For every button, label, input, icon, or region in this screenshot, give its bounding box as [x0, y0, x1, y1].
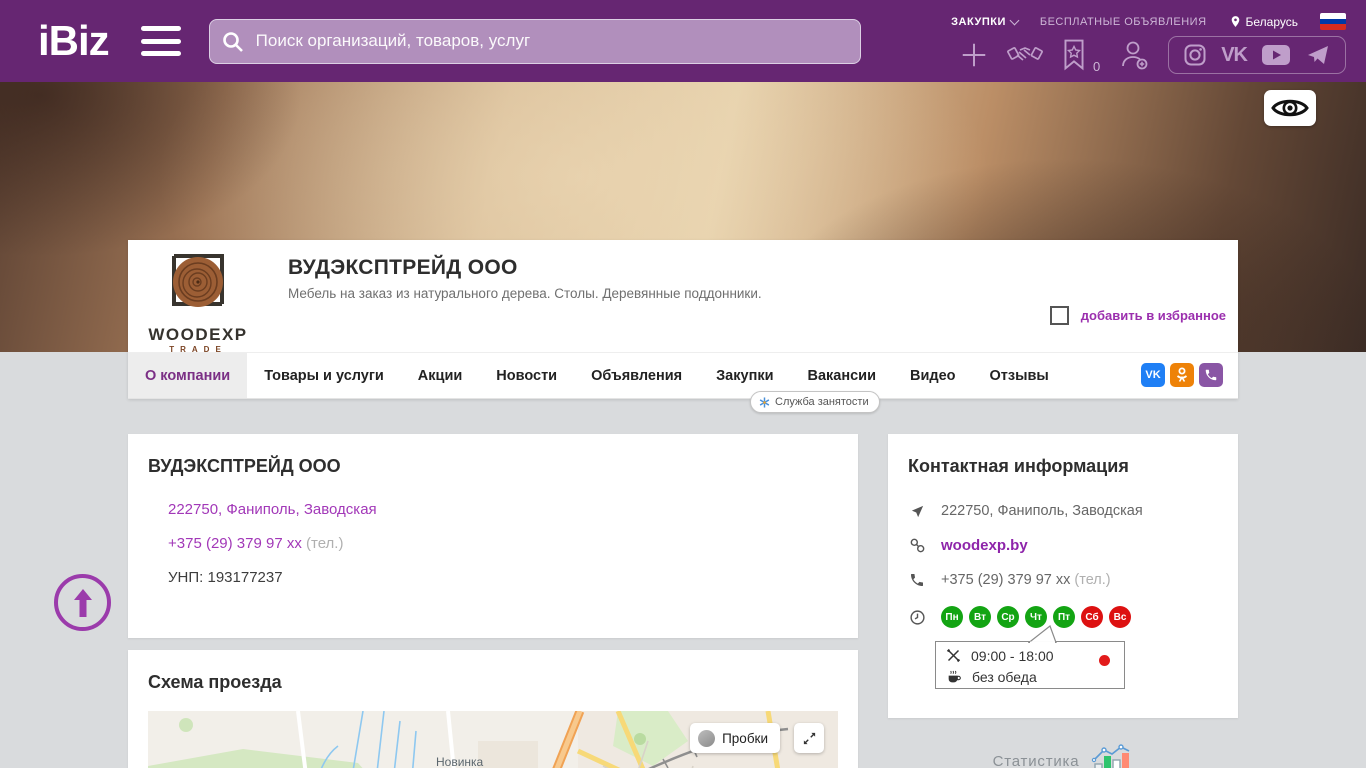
scroll-top-arrow-icon	[73, 588, 92, 617]
link-icon	[908, 537, 926, 554]
about-company-card: ВУДЭКСПТРЕЙД ООО 222750, Фаниполь, Завод…	[128, 434, 858, 638]
traffic-light-icon	[698, 729, 716, 747]
search-input[interactable]	[208, 18, 861, 64]
traffic-button[interactable]: Пробки	[690, 723, 780, 753]
tools-icon	[946, 648, 961, 663]
favorites-count: 0	[1092, 59, 1101, 74]
accessibility-eye-icon	[1271, 99, 1309, 117]
search-bar	[208, 18, 861, 64]
working-hours-tooltip: 09:00 - 18:00 без обеда	[935, 625, 1125, 689]
company-description: Мебель на заказ из натурального дерева. …	[288, 286, 762, 301]
contact-phone: +375 (29) 379 97 xx	[941, 572, 1071, 588]
checkbox-icon[interactable]	[1049, 306, 1069, 325]
phone-icon	[908, 572, 926, 588]
contact-phone-note: (тел.)	[1074, 572, 1111, 588]
directions-title: Схема проезда	[148, 672, 282, 692]
user-add-icon[interactable]	[1118, 39, 1150, 71]
map-expand-button[interactable]	[794, 723, 824, 753]
company-header-card: WOODEXP TRADE ВУДЭКСПТРЕЙД ООО Мебель на…	[128, 240, 1238, 413]
about-phone-link[interactable]: +375 (29) 379 97 xx	[168, 535, 302, 552]
lunch-value: без обеда	[972, 668, 1037, 685]
header-social-links: VK	[1168, 36, 1346, 74]
day-pill[interactable]: Вс	[1109, 606, 1131, 628]
zakupki-menu[interactable]: ЗАКУПКИ	[951, 15, 1020, 28]
hero-banner: WOODEXP TRADE ВУДЭКСПТРЕЙД ООО Мебель на…	[0, 82, 1366, 413]
map[interactable]: Новинка Пробки	[148, 711, 838, 768]
tooltip-pointer	[1028, 625, 1057, 643]
expand-icon	[803, 732, 815, 744]
contact-title: Контактная информация	[908, 456, 1129, 476]
company-tabbar: О компании Товары и услуги Акции Новости…	[128, 352, 1238, 399]
clock-icon	[908, 609, 926, 626]
contact-address: 222750, Фаниполь, Заводская	[941, 503, 1143, 519]
tab-video[interactable]: Видео	[893, 353, 973, 398]
country-selector[interactable]: Беларусь	[1229, 14, 1298, 29]
day-pill[interactable]: Сб	[1081, 606, 1103, 628]
header-right: ЗАКУПКИ БЕСПЛАТНЫЕ ОБЪЯВЛЕНИЯ Беларусь 0…	[908, 0, 1348, 82]
company-unp: УНП: 193177237	[168, 569, 283, 586]
top-header: iBiz ЗАКУПКИ БЕСПЛАТНЫЕ ОБЪЯВЛЕНИЯ Белар…	[0, 0, 1366, 82]
youtube-icon[interactable]	[1261, 44, 1291, 66]
coffee-cup-icon	[948, 670, 961, 682]
company-logo-text: WOODEXP	[148, 325, 248, 344]
stats-chart-icon	[1092, 744, 1130, 768]
day-pill[interactable]: Ср	[997, 606, 1019, 628]
day-pill[interactable]: Пн	[941, 606, 963, 628]
ibiz-logo[interactable]: iBiz	[38, 20, 110, 62]
tab-products[interactable]: Товары и услуги	[247, 353, 401, 398]
day-pill[interactable]: Вт	[969, 606, 991, 628]
russia-flag-icon[interactable]	[1320, 13, 1346, 30]
add-to-favorites[interactable]: добавить в избранное	[1049, 306, 1226, 325]
employment-service-icon	[759, 396, 770, 408]
main-content: ВУДЭКСПТРЕЙД ООО 222750, Фаниполь, Завод…	[128, 434, 1238, 768]
location-pin-icon	[1231, 16, 1239, 27]
tab-news[interactable]: Новости	[479, 353, 574, 398]
chevron-down-icon	[1009, 15, 1020, 25]
instagram-icon[interactable]	[1183, 43, 1207, 67]
navigation-arrow-icon	[908, 504, 926, 519]
map-place-label: Новинка	[436, 755, 484, 768]
about-title: ВУДЭКСПТРЕЙД ООО	[148, 456, 341, 476]
vk-share-icon[interactable]: VK	[1141, 363, 1165, 387]
tab-about[interactable]: О компании	[128, 353, 248, 398]
hours-value: 09:00 - 18:00	[971, 647, 1054, 664]
hamburger-icon[interactable]	[140, 26, 181, 56]
employment-service-tooltip: Служба занятости	[750, 391, 880, 413]
search-icon	[221, 30, 245, 59]
odnoklassniki-icon[interactable]	[1170, 363, 1194, 387]
about-address-link[interactable]: 222750, Фаниполь, Заводская	[168, 501, 377, 518]
tab-promos[interactable]: Акции	[401, 353, 479, 398]
company-logo[interactable]: WOODEXP TRADE	[143, 252, 253, 354]
statistics-link[interactable]: Статистика	[888, 744, 1238, 768]
tab-ads[interactable]: Объявления	[574, 353, 699, 398]
directions-card: Схема проезда Новинка Пробки	[128, 650, 858, 768]
accessibility-eye-button[interactable]	[1264, 90, 1316, 126]
plus-icon[interactable]	[959, 40, 989, 70]
vk-icon[interactable]: VK	[1221, 44, 1248, 67]
website-link[interactable]: woodexp.by	[941, 537, 1028, 554]
scroll-to-top-button[interactable]	[54, 574, 111, 631]
handshake-icon[interactable]	[1007, 40, 1043, 70]
company-name: ВУДЭКСПТРЕЙД ООО	[288, 256, 518, 279]
contact-info-card: Контактная информация 222750, Фаниполь, …	[888, 434, 1238, 718]
viber-icon[interactable]	[1199, 363, 1223, 387]
free-ads-link[interactable]: БЕСПЛАТНЫЕ ОБЪЯВЛЕНИЯ	[1040, 16, 1207, 28]
status-dot	[1099, 655, 1110, 666]
bookmark-star-icon[interactable]	[1061, 39, 1087, 71]
tab-reviews[interactable]: Отзывы	[973, 353, 1066, 398]
about-phone-note: (тел.)	[306, 535, 344, 552]
telegram-icon[interactable]	[1305, 43, 1331, 67]
